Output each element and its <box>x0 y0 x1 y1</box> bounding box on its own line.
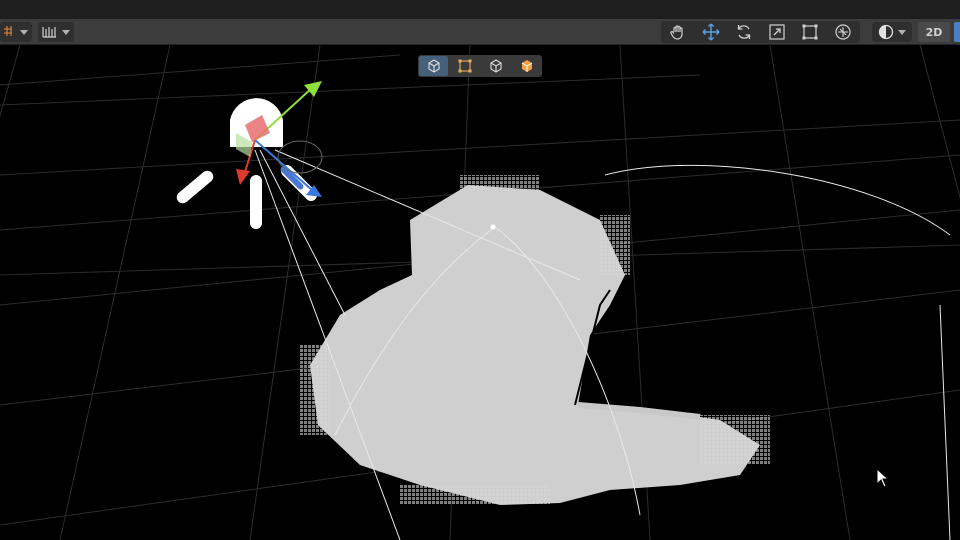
chevron-down-icon <box>62 29 70 35</box>
overlay-orange-cube-button[interactable] <box>512 56 541 76</box>
shading-mode-dropdown[interactable] <box>872 22 912 42</box>
shading-mode-icon <box>878 24 894 40</box>
rect-tool[interactable] <box>794 22 826 42</box>
title-strip <box>0 0 960 19</box>
overlay-cube-button[interactable] <box>481 56 510 76</box>
transform-tool[interactable] <box>827 22 859 42</box>
scene-toolbar: 2D <box>0 19 960 45</box>
scene-viewport[interactable] <box>0 45 960 540</box>
mouse-cursor-icon <box>876 468 890 488</box>
point-cloud <box>300 175 770 505</box>
chevron-down-icon <box>898 29 906 35</box>
snap-settings-dropdown[interactable] <box>0 22 32 42</box>
overlay-rect-button[interactable] <box>450 56 479 76</box>
rotate-tool[interactable] <box>728 22 760 42</box>
rect-icon <box>458 59 471 73</box>
scale-tool[interactable] <box>761 22 793 42</box>
camera-toggle-button[interactable] <box>954 22 960 42</box>
mode-2d-button[interactable]: 2D <box>918 22 950 42</box>
cube-outline-icon <box>489 59 502 73</box>
cube-icon <box>427 59 440 73</box>
snap-grid-icon <box>4 26 12 36</box>
move-tool[interactable] <box>695 22 727 42</box>
orange-cube-icon <box>521 60 532 72</box>
move-arrows-icon <box>702 23 720 41</box>
increment-snap-dropdown[interactable] <box>38 22 74 42</box>
overlay-toolbar <box>418 55 542 77</box>
overlay-box-button[interactable] <box>419 56 448 76</box>
hand-tool[interactable] <box>662 22 694 42</box>
scale-icon <box>769 24 785 40</box>
hand-icon <box>670 25 683 40</box>
rotate-icon <box>737 25 751 39</box>
transform-tools-group <box>661 21 860 43</box>
ruler-icon <box>42 27 56 38</box>
scene-canvas <box>0 45 960 540</box>
chevron-down-icon <box>20 29 28 35</box>
transform-icon <box>835 24 851 40</box>
rect-transform-icon <box>802 24 818 40</box>
